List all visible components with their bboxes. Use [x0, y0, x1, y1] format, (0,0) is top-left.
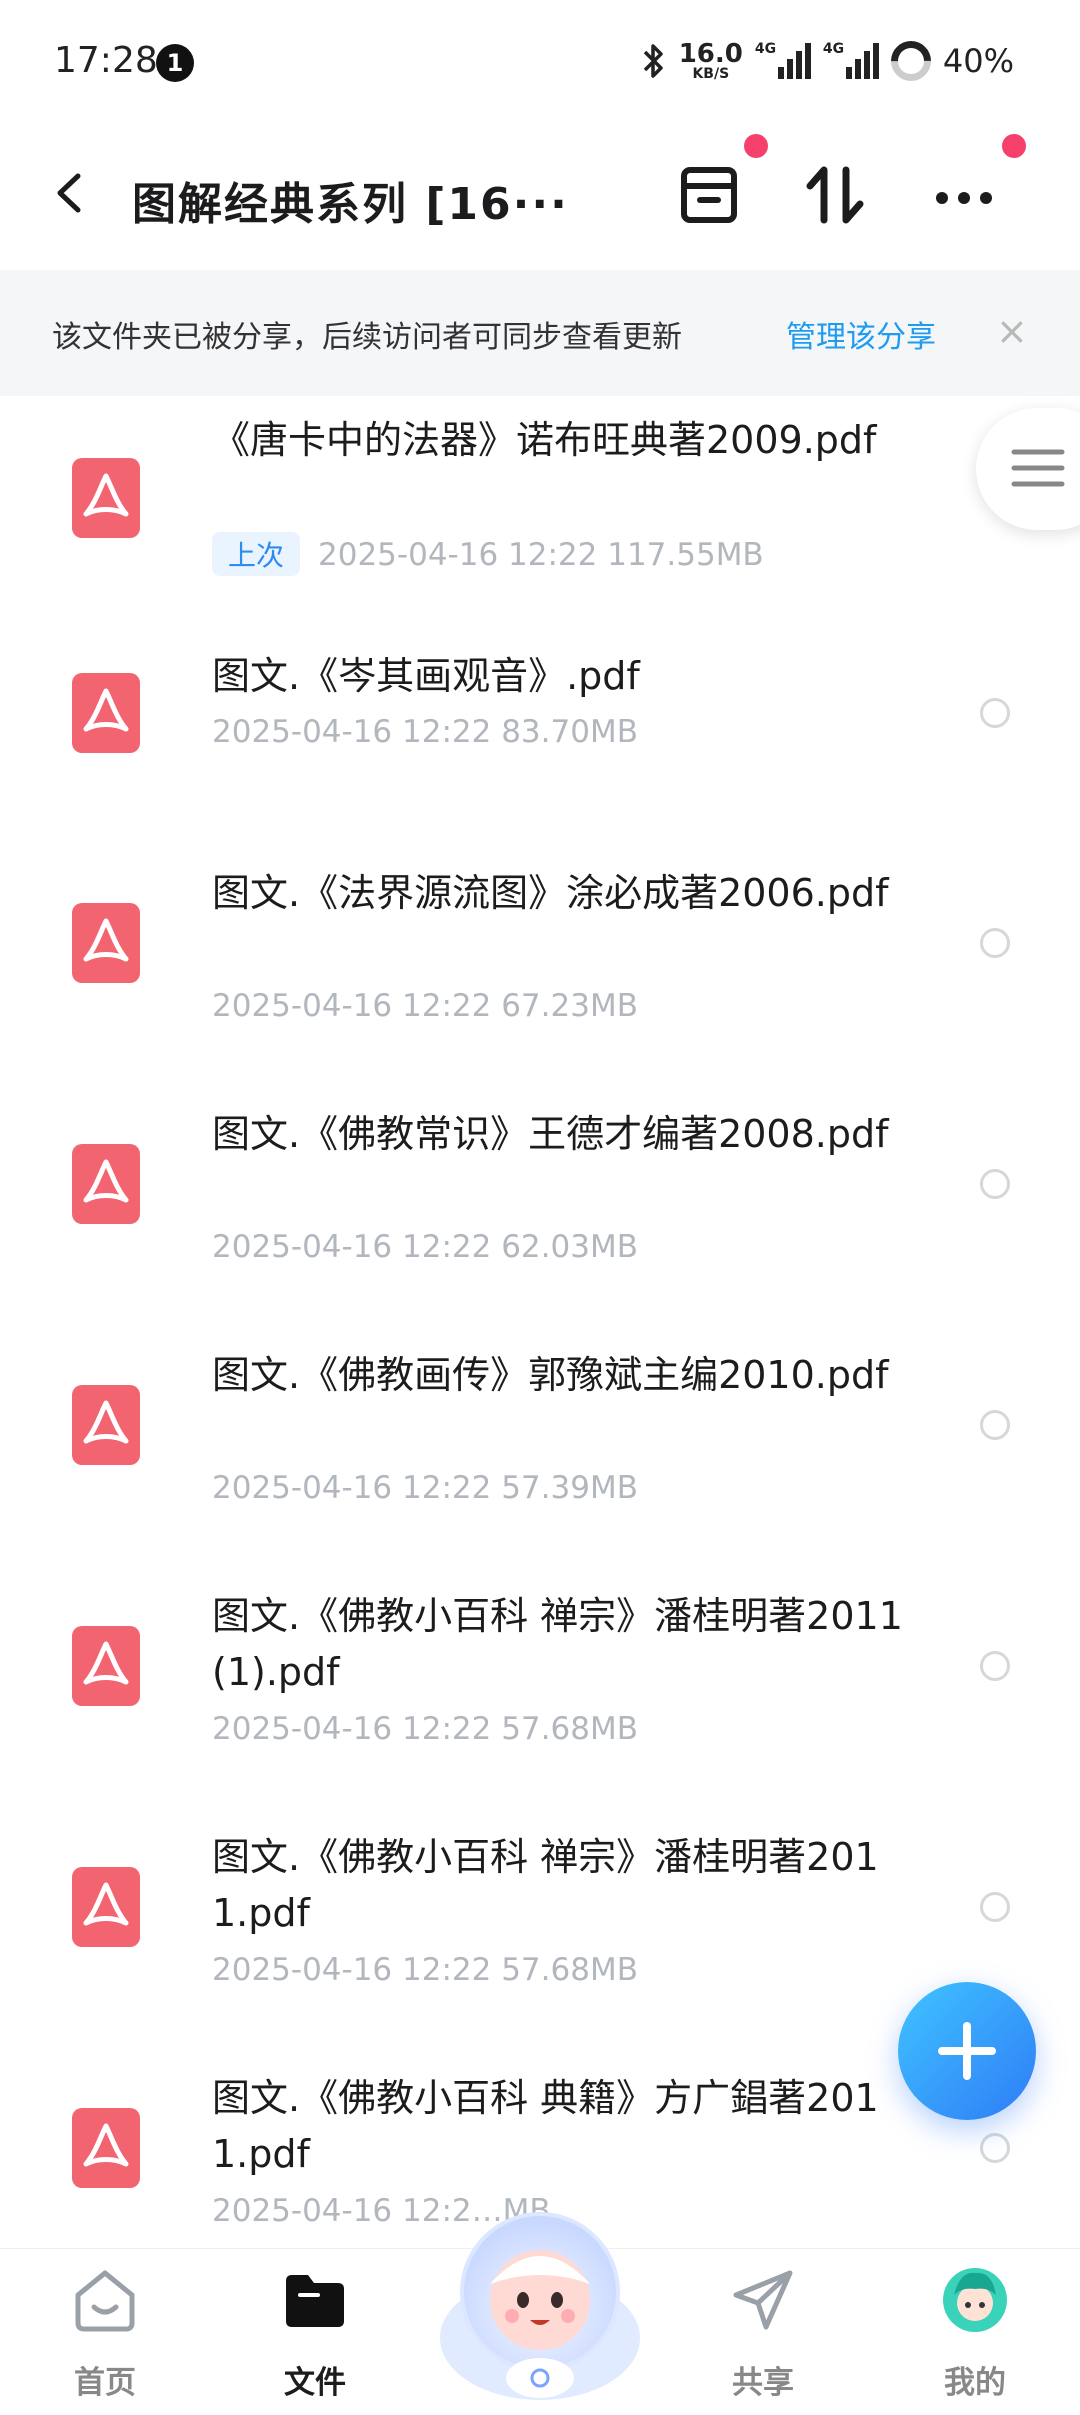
- file-list: 《唐卡中的法器》诺布旺典著2009.pdf 上次 2025-04-16 12:22…: [0, 398, 1080, 2242]
- notification-dot-more: [1002, 134, 1026, 158]
- nav-files[interactable]: 文件: [240, 2265, 390, 2405]
- pdf-file-icon: [72, 458, 140, 538]
- file-name: 图文.《佛教小百科 禅宗》潘桂明著2011(1).pdf: [212, 1594, 903, 1694]
- select-radio[interactable]: [980, 1410, 1010, 1440]
- share-icon: [733, 2270, 793, 2330]
- file-name: 图文.《佛教小百科 禅宗》潘桂明著2011.pdf: [212, 1835, 879, 1935]
- select-radio[interactable]: [980, 1169, 1010, 1199]
- net-speed: 16.0 KB/S: [678, 39, 743, 82]
- nav-home[interactable]: 首页: [30, 2265, 180, 2405]
- file-name: 图文.《佛教小百科 典籍》方广錩著2011.pdf: [212, 2076, 879, 2176]
- close-icon[interactable]: ×: [996, 312, 1028, 350]
- pdf-file-icon: [72, 1385, 140, 1465]
- home-icon: [75, 2270, 135, 2332]
- signal-icon-2: 4G: [823, 41, 879, 81]
- header: 图解经典系列 [16···: [0, 120, 1080, 270]
- list-item[interactable]: 图文.《岑其画观音》.pdf 2025-04-16 12:22 83.70MB: [0, 618, 1080, 823]
- last-opened-tag: 上次: [212, 532, 301, 576]
- notification-dot: [744, 134, 768, 158]
- pdf-file-icon: [72, 1144, 140, 1224]
- nav-label: 文件: [284, 2365, 346, 2401]
- file-meta: 2025-04-16 12:22 83.70MB: [212, 714, 638, 750]
- select-radio[interactable]: [980, 698, 1010, 728]
- menu-icon: [1011, 449, 1065, 487]
- nav-me[interactable]: 我的: [900, 2265, 1050, 2405]
- list-item[interactable]: 图文.《佛教常识》王德才编著2008.pdf 2025-04-16 12:22 …: [0, 1064, 1080, 1305]
- file-meta: 2025-04-16 12:22 57.68MB: [212, 1711, 638, 1747]
- battery-icon: [882, 32, 940, 90]
- nav-share[interactable]: 共享: [688, 2265, 838, 2405]
- list-item[interactable]: 图文.《法界源流图》涂必成著2006.pdf 2025-04-16 12:22 …: [0, 823, 1080, 1064]
- status-icons: 16.0 KB/S 4G 4G 40%: [641, 32, 1014, 90]
- battery-percent: 40%: [942, 42, 1014, 80]
- file-name: 《唐卡中的法器》诺布旺典著2009.pdf: [212, 418, 877, 462]
- file-name: 图文.《佛教画传》郭豫斌主编2010.pdf: [212, 1353, 889, 1397]
- status-time: 17:28: [54, 40, 158, 81]
- list-item[interactable]: 《唐卡中的法器》诺布旺典著2009.pdf 上次 2025-04-16 12:22…: [0, 398, 1080, 618]
- nav-label: 我的: [944, 2365, 1006, 2401]
- select-radio[interactable]: [980, 1651, 1010, 1681]
- status-bar: 17:28 1 16.0 KB/S 4G 4G 40%: [0, 0, 1080, 120]
- file-name: 图文.《岑其画观音》.pdf: [212, 654, 640, 698]
- bluetooth-icon: [643, 44, 663, 78]
- file-name: 图文.《佛教常识》王德才编著2008.pdf: [212, 1112, 889, 1156]
- notification-badge: 1: [156, 44, 194, 82]
- signal-icon: 4G: [755, 41, 811, 81]
- select-radio[interactable]: [980, 928, 1010, 958]
- page-title: 图解经典系列 [16···: [132, 179, 569, 230]
- select-radio[interactable]: [980, 1892, 1010, 1922]
- nav-label: 共享: [732, 2365, 794, 2401]
- pdf-file-icon: [72, 1626, 140, 1706]
- avatar-icon: [943, 2268, 1007, 2332]
- archive-box-icon[interactable]: [674, 160, 744, 230]
- file-meta: 2025-04-16 12:22 67.23MB: [212, 988, 638, 1024]
- more-icon[interactable]: [930, 160, 1000, 230]
- sort-icon[interactable]: [800, 160, 870, 230]
- folder-icon: [286, 2275, 344, 2327]
- list-item[interactable]: 图文.《佛教画传》郭豫斌主编2010.pdf 2025-04-16 12:22 …: [0, 1305, 1080, 1546]
- pdf-file-icon: [72, 903, 140, 983]
- add-button[interactable]: [898, 1982, 1036, 2120]
- list-item[interactable]: 图文.《佛教小百科 禅宗》潘桂明著2011(1).pdf 2025-04-16 …: [0, 1546, 1080, 1787]
- pdf-file-icon: [72, 673, 140, 753]
- file-name: 图文.《法界源流图》涂必成著2006.pdf: [212, 871, 889, 915]
- share-notice-text: 该文件夹已被分享，后续访问者可同步查看更新: [52, 320, 682, 355]
- pdf-file-icon: [72, 1867, 140, 1947]
- mascot-assistant-icon[interactable]: [428, 2188, 652, 2412]
- share-banner: 该文件夹已被分享，后续访问者可同步查看更新 管理该分享 ×: [0, 270, 1080, 396]
- back-icon[interactable]: [48, 170, 94, 216]
- file-meta: 上次 2025-04-16 12:22 117.55MB: [212, 532, 764, 576]
- select-radio[interactable]: [980, 2133, 1010, 2163]
- nav-label: 首页: [74, 2365, 136, 2401]
- file-meta: 2025-04-16 12:22 57.68MB: [212, 1952, 638, 1988]
- pdf-file-icon: [72, 2108, 140, 2188]
- file-meta: 2025-04-16 12:22 57.39MB: [212, 1470, 638, 1506]
- manage-share-link[interactable]: 管理该分享: [786, 312, 936, 356]
- file-meta: 2025-04-16 12:22 62.03MB: [212, 1229, 638, 1265]
- plus-icon: [938, 2022, 996, 2080]
